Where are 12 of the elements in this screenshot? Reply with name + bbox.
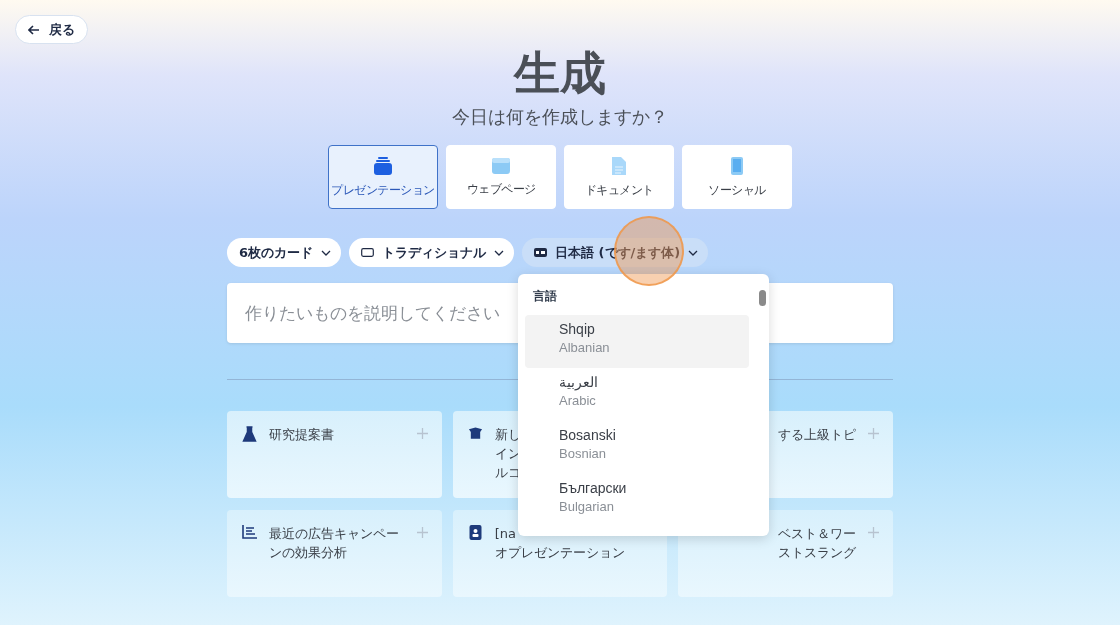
subtitle: 今日は何を作成しますか？	[452, 105, 668, 129]
card-text: 研究提案書	[269, 426, 334, 444]
card-text: 最近の広告キャンペー	[269, 525, 399, 543]
card-text: する上級トピ	[778, 426, 856, 444]
card-text: ンの効果分析	[269, 544, 347, 562]
card-text: ストスラング	[778, 544, 856, 562]
menu-heading: 言語	[532, 288, 558, 305]
card-text: ベスト＆ワー	[778, 525, 856, 543]
page-title: 生成	[514, 45, 606, 101]
card-text: ルコ	[494, 464, 521, 482]
card-text: [na	[494, 525, 516, 543]
card-text: オプレゼンテーション	[494, 544, 625, 562]
